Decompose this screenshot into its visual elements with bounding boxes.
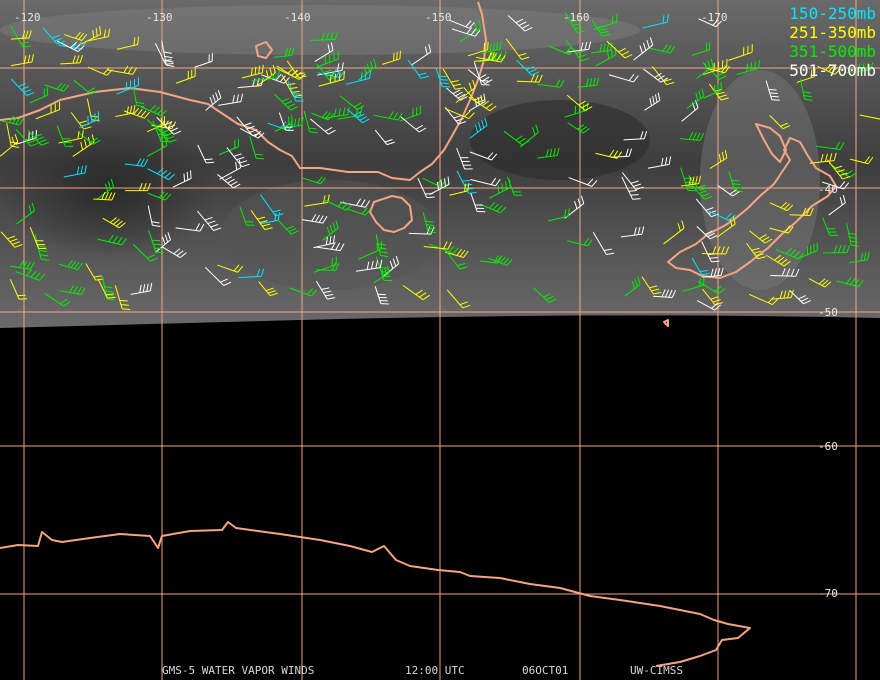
longitude-label: -170 [701,11,728,24]
latitude-label: -60 [818,440,838,453]
legend-item-351-500: 351-500mb [789,42,876,61]
legend-item-150-250: 150-250mb [789,4,876,23]
longitude-label: -120 [14,11,41,24]
legend-item-251-350: 251-350mb [789,23,876,42]
pressure-legend: 150-250mb 251-350mb 351-500mb 501-700mb [789,4,876,80]
footer-satellite: GMS-5 WATER VAPOR WINDS [162,664,315,677]
latitude-label: -40 [818,183,838,196]
longitude-label: -140 [284,11,311,24]
legend-item-501-700: 501-700mb [789,61,876,80]
footer-date: 06OCT01 [522,664,569,677]
latitude-label: -70 [818,587,838,600]
longitude-label: -130 [146,11,173,24]
longitude-label: -150 [425,11,452,24]
footer-time: 12:00 UTC [405,664,465,677]
latitude-label: -50 [818,306,838,319]
footer-caption: GMS-5 WATER VAPOR WINDS 12:00 UTC 06OCT0… [0,664,880,678]
longitude-label: -160 [563,11,590,24]
dry-slot [470,100,650,180]
coastline-path [663,319,669,327]
satellite-map: -120 -130 -140 -150 -160 -170 -40 -50 -60 -70 [0,0,880,680]
footer-source: UW-CIMSS [630,664,683,677]
